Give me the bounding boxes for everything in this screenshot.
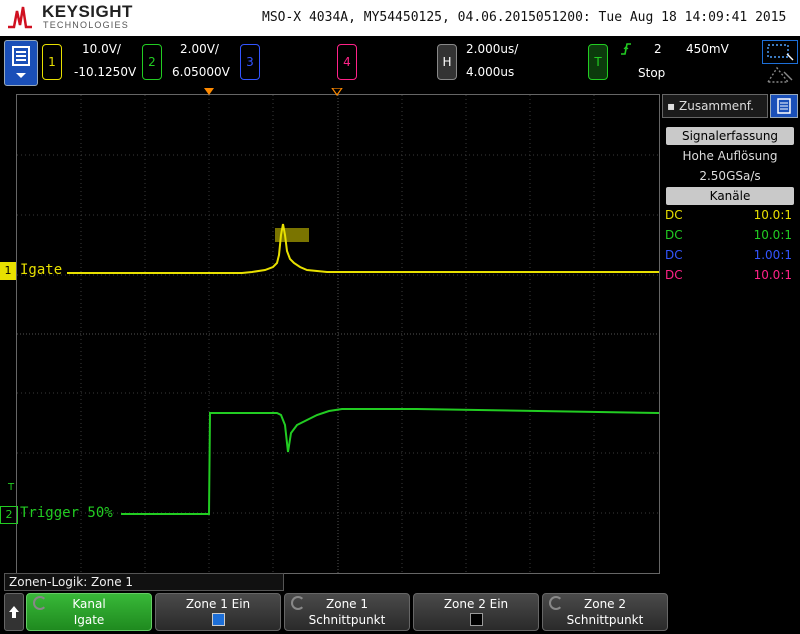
brand-subtitle: TECHNOLOGIES — [43, 20, 129, 30]
softkey-zone1-mode-label: Zone 1 — [326, 597, 368, 611]
zone2-checkbox[interactable] — [470, 613, 483, 626]
zone1-checkbox[interactable] — [212, 613, 225, 626]
sample-rate: 2.50GSa/s — [699, 169, 761, 183]
zone-rectangle-icon — [767, 44, 794, 61]
trigger-level-marker: T — [8, 482, 15, 493]
horizontal-delay: 4.000us — [466, 65, 515, 79]
channel-4-button[interactable]: 4 — [337, 44, 357, 80]
ch3-probe: 1.00:1 — [753, 248, 792, 262]
channel-2-label: Trigger 50% — [20, 505, 113, 521]
horizontal-scale: 2.000us/ — [466, 42, 519, 56]
channel-2-scale: 2.00V/ — [180, 42, 219, 56]
channels-button[interactable]: Kanäle — [666, 187, 794, 205]
instrument-info: MSO-X 4034A, MY54450125, 04.06.201505120… — [262, 10, 787, 25]
channel-2-offset: 6.05000V — [172, 65, 230, 79]
summary-panel: ▪ Zusammenf. Signalerfassung Hohe Auflös… — [660, 92, 800, 572]
tab-dot-icon: ▪ — [667, 99, 676, 113]
softkey-channel-label: Kanal — [72, 597, 106, 611]
menu-icon — [12, 46, 30, 78]
channel-1-button[interactable]: 1 — [42, 44, 62, 80]
trigger-source: 2 — [654, 42, 662, 56]
ch1-probe: 10.0:1 — [753, 208, 792, 222]
channel-2-button[interactable]: 2 — [142, 44, 162, 80]
softkey-zone2-mode[interactable]: Zone 2 Schnittpunkt — [542, 593, 668, 631]
acquisition-mode: Hohe Auflösung — [682, 149, 778, 163]
ch4-coupling: DC — [665, 268, 683, 282]
channel-3-button[interactable]: 3 — [240, 44, 260, 80]
channel-1-scale: 10.0V/ — [82, 42, 121, 56]
zone-triangle-icon — [766, 66, 793, 83]
tab-summary[interactable]: ▪ Zusammenf. — [662, 94, 768, 118]
channel-1-waveform — [67, 223, 659, 274]
softkey-channel[interactable]: Kanal Igate — [26, 593, 152, 631]
main-menu-button[interactable] — [4, 40, 38, 86]
panel-menu-button[interactable] — [770, 94, 798, 118]
keysight-logo-icon — [8, 6, 32, 29]
graticule-grid — [17, 95, 660, 573]
ch2-coupling: DC — [665, 228, 683, 242]
channel-1-offset: -10.1250V — [74, 65, 137, 79]
zone-select-button[interactable] — [762, 40, 798, 64]
trigger-button[interactable]: T — [588, 44, 608, 80]
softkey-zone2-on[interactable]: Zone 2 Ein — [413, 593, 539, 631]
zone-logic-status: Zonen-Logik: Zone 1 — [4, 573, 284, 591]
title-bar: KEYSIGHT TECHNOLOGIES MSO-X 4034A, MY544… — [0, 0, 800, 36]
softkey-zone1-on[interactable]: Zone 1 Ein — [155, 593, 281, 631]
arrow-up-icon — [9, 606, 19, 618]
channel-1-label: Igate — [20, 262, 63, 278]
acquisition-button[interactable]: Signalerfassung — [666, 127, 794, 145]
rising-edge-icon — [621, 43, 631, 55]
zone-draw-button[interactable] — [762, 64, 796, 86]
ch1-coupling: DC — [665, 208, 683, 222]
softkey-zone1-on-label: Zone 1 Ein — [185, 597, 251, 611]
softkey-channel-value: Igate — [73, 613, 105, 627]
ch3-coupling: DC — [665, 248, 683, 262]
channel-2-ground-marker[interactable]: 2 — [0, 506, 18, 524]
ch2-probe: 10.0:1 — [753, 228, 792, 242]
ch4-probe: 10.0:1 — [753, 268, 792, 282]
softkey-zone2-mode-value: Schnittpunkt — [566, 613, 644, 627]
list-icon — [777, 98, 791, 114]
trigger-level: 450mV — [686, 42, 729, 56]
channel-2-waveform — [121, 408, 660, 515]
delay-reference-marker-icon — [331, 88, 343, 96]
trigger-position-marker-icon — [204, 88, 214, 95]
softkey-zone2-mode-label: Zone 2 — [584, 597, 626, 611]
back-button[interactable] — [4, 593, 24, 631]
softkey-zone2-on-label: Zone 2 Ein — [443, 597, 509, 611]
softkey-zone1-mode[interactable]: Zone 1 Schnittpunkt — [284, 593, 410, 631]
horizontal-button[interactable]: H — [437, 44, 457, 80]
waveform-display[interactable] — [16, 94, 660, 574]
channel-1-ground-marker[interactable]: 1 — [0, 262, 16, 280]
brand-name: KEYSIGHT — [42, 2, 133, 21]
tab-summary-label: Zusammenf. — [679, 99, 754, 113]
softkey-zone1-mode-value: Schnittpunkt — [308, 613, 386, 627]
run-state: Stop — [638, 66, 666, 80]
